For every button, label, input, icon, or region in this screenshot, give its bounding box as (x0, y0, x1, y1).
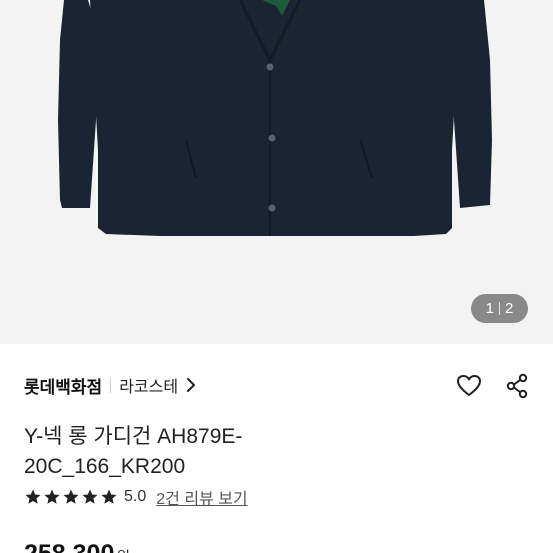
pager-divider (499, 302, 500, 315)
star-icon (101, 489, 117, 504)
review-link[interactable]: 2건 리뷰 보기 (156, 485, 247, 509)
brand-row[interactable]: 롯데백화점 라코스테 (24, 373, 196, 398)
star-icon (82, 489, 98, 504)
image-pager: 1 2 (471, 294, 528, 323)
price-row: 258,300 원 (24, 540, 130, 553)
star-icon (25, 489, 41, 504)
product-info: 롯데백화점 라코스테 Y-넥 롱 가디건 AH879E-20C_166_KR20… (0, 344, 553, 553)
rating-score: 5.0 (124, 488, 147, 505)
heart-icon[interactable] (455, 372, 483, 400)
rating-row: 5.0 2건 리뷰 보기 (24, 485, 248, 509)
price-currency: 원 (116, 546, 130, 553)
product-image (0, 0, 553, 344)
star-rating (24, 488, 118, 506)
product-image-carousel[interactable]: 1 2 (0, 0, 553, 344)
product-title: Y-넥 롱 가디건 AH879E-20C_166_KR200 (24, 425, 243, 478)
star-icon (63, 489, 79, 504)
brand-name[interactable]: 롯데백화점 (24, 373, 102, 398)
share-icon[interactable] (503, 372, 531, 400)
star-icon (44, 489, 60, 504)
pager-total: 2 (505, 300, 514, 317)
brand-divider (110, 377, 112, 393)
store-name[interactable]: 라코스테 (119, 373, 178, 397)
price-value: 258,300 (24, 540, 114, 553)
action-icons (455, 372, 531, 400)
chevron-right-icon[interactable] (186, 377, 196, 393)
pager-current: 1 (485, 300, 494, 317)
